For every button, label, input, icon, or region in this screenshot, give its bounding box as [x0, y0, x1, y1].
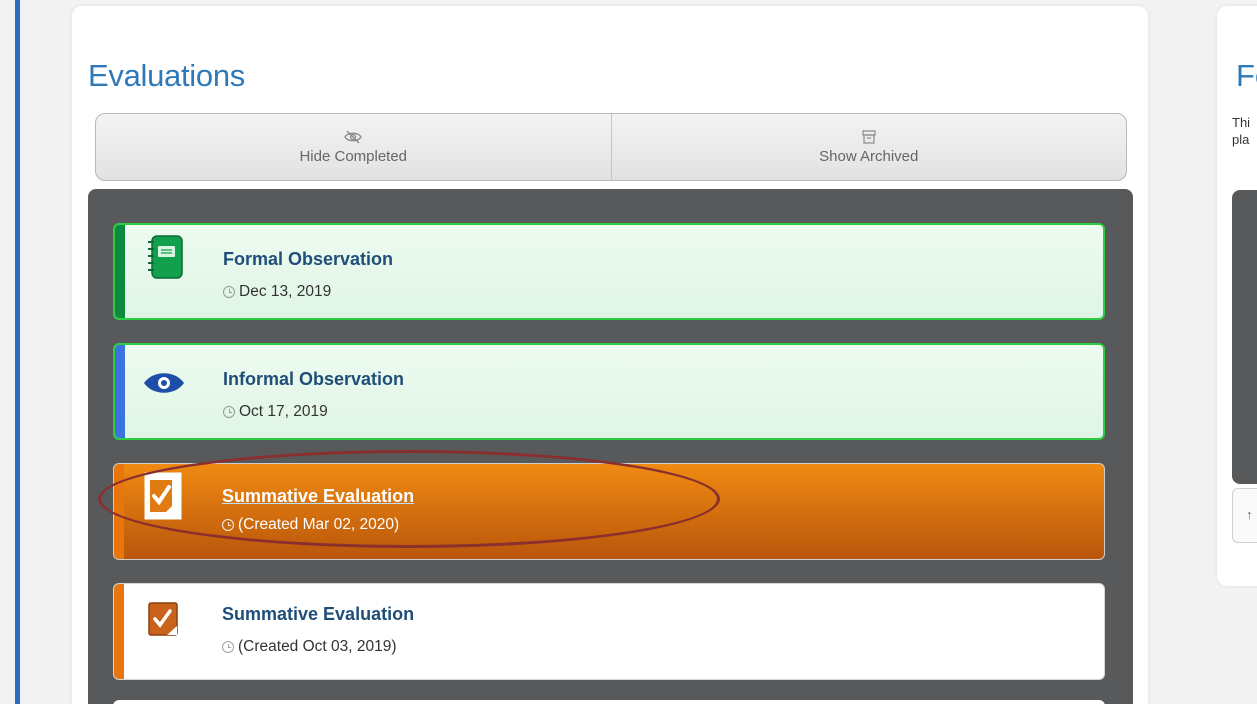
checklist-icon: [136, 590, 190, 650]
clock-icon: [222, 519, 234, 531]
card-date-text: (Created Oct 03, 2019): [238, 638, 397, 655]
card-title[interactable]: Summative Evaluation: [222, 604, 414, 625]
filter-toggle-bar: Hide Completed Show Archived: [95, 113, 1127, 181]
card-date: Dec 13, 2019: [223, 283, 331, 301]
left-accent-bar: [15, 0, 20, 704]
card-title[interactable]: Summative Evaluation: [222, 486, 414, 507]
card-title[interactable]: Informal Observation: [223, 369, 404, 390]
hide-completed-label: Hide Completed: [299, 148, 408, 165]
hide-completed-button[interactable]: Hide Completed: [96, 114, 611, 180]
evaluation-card-formal-observation[interactable]: Formal Observation Dec 13, 2019: [113, 223, 1105, 320]
card-date: (Created Mar 02, 2020): [222, 516, 399, 534]
secondary-text-line-1: Thi: [1232, 115, 1251, 130]
card-status-stripe: [115, 225, 125, 318]
secondary-panel-text: Thi pla: [1232, 114, 1250, 148]
notebook-icon: [137, 227, 191, 287]
archive-box-icon: [862, 130, 876, 144]
card-status-stripe: [114, 464, 124, 559]
checklist-icon: [136, 466, 190, 526]
show-archived-label: Show Archived: [819, 148, 919, 165]
card-date-text: (Created Mar 02, 2020): [238, 516, 400, 533]
clock-icon: [222, 641, 234, 653]
secondary-panel-title: Fe: [1236, 58, 1257, 93]
card-date-text: Dec 13, 2019: [239, 283, 332, 300]
secondary-list-area: [1232, 190, 1257, 484]
secondary-text-line-2: pla: [1232, 132, 1250, 147]
next-card-edge: [113, 700, 1105, 704]
eye-slash-icon: [344, 130, 363, 144]
eye-icon: [137, 353, 191, 413]
evaluation-card-summative-selected[interactable]: Summative Evaluation (Created Mar 02, 20…: [113, 463, 1105, 560]
card-title[interactable]: Formal Observation: [223, 249, 393, 270]
card-date-text: Oct 17, 2019: [239, 403, 328, 420]
evaluation-card-summative[interactable]: Summative Evaluation (Created Oct 03, 20…: [113, 583, 1105, 680]
evaluation-card-informal-observation[interactable]: Informal Observation Oct 17, 2019: [113, 343, 1105, 440]
page-title: Evaluations: [88, 58, 245, 93]
clock-icon: [223, 286, 235, 298]
card-status-stripe: [115, 345, 125, 438]
left-rail: [0, 0, 40, 704]
card-status-stripe: [114, 584, 124, 679]
clock-icon: [223, 406, 235, 418]
card-date: Oct 17, 2019: [223, 403, 328, 421]
secondary-panel-button[interactable]: ↑: [1232, 488, 1257, 543]
show-archived-button[interactable]: Show Archived: [610, 114, 1127, 180]
card-date: (Created Oct 03, 2019): [222, 638, 397, 656]
